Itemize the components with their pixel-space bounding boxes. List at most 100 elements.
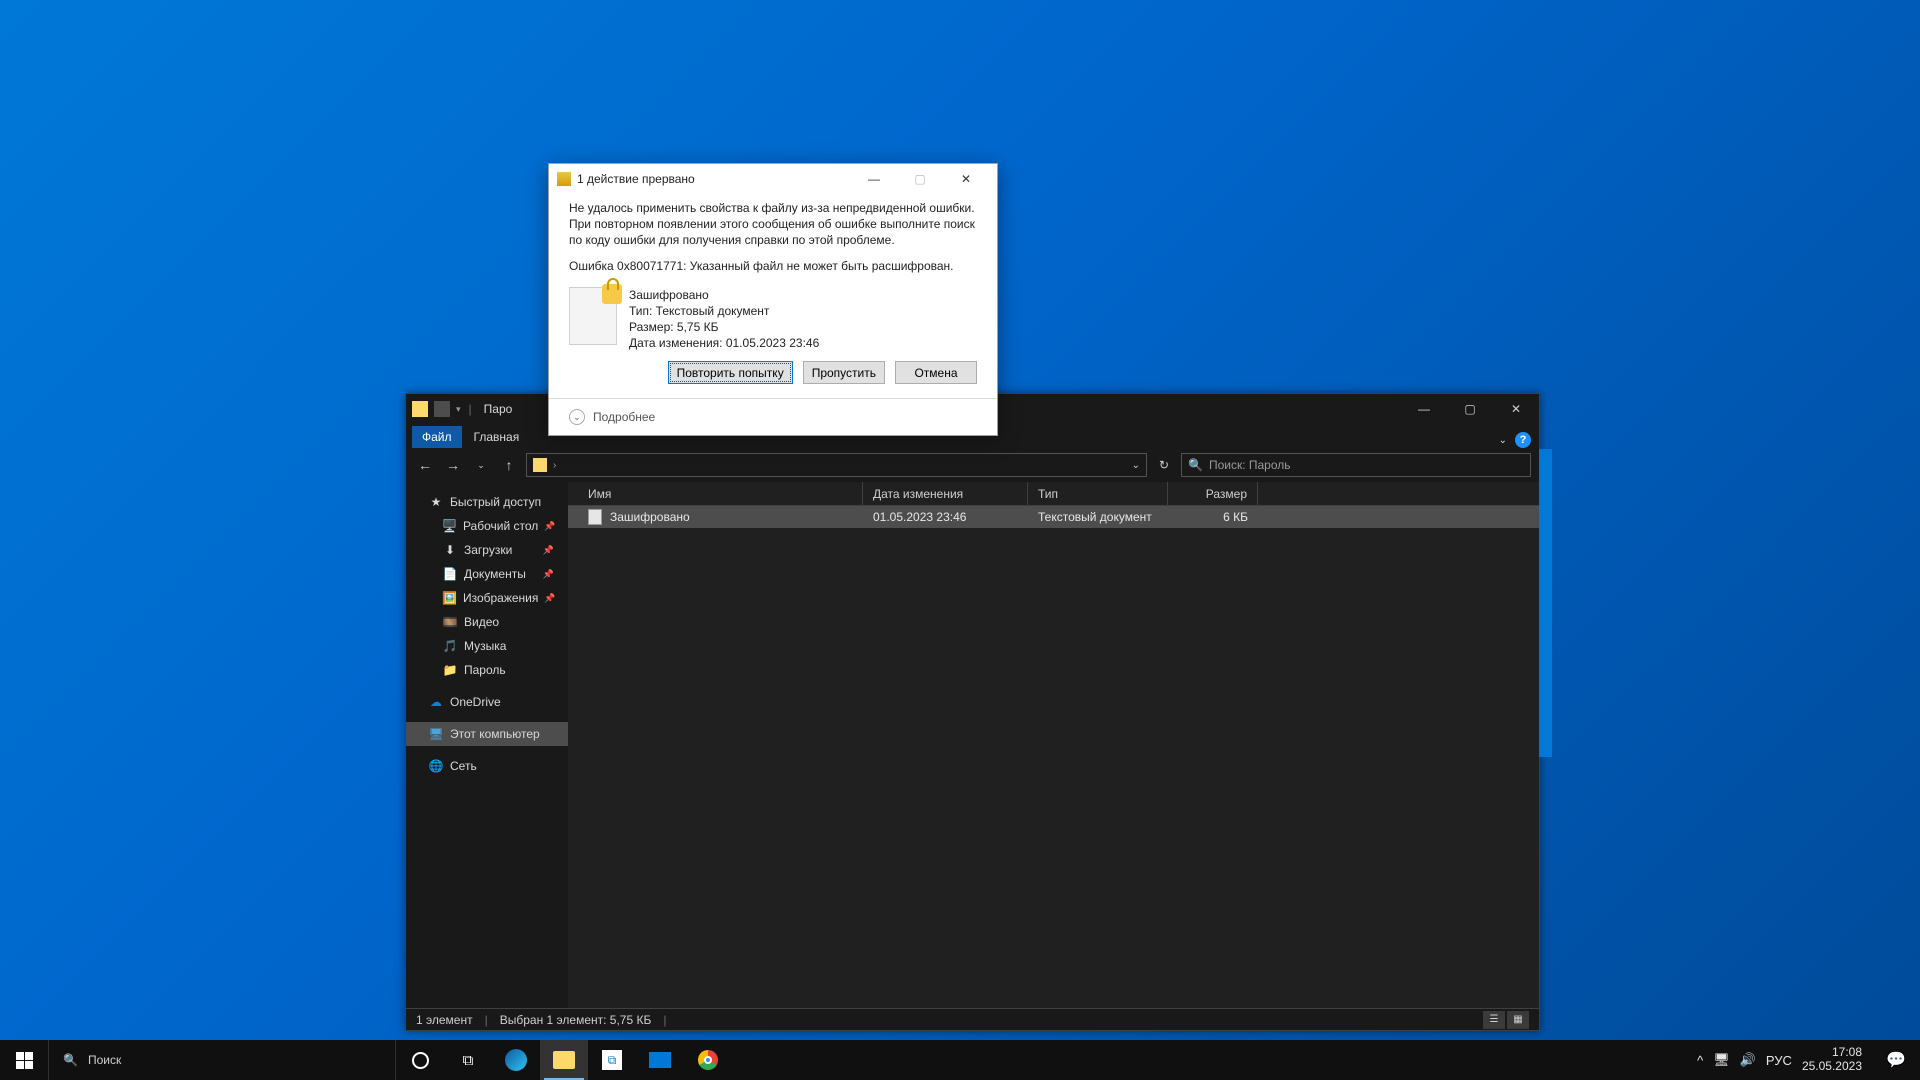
taskbar-app-explorer[interactable]: [540, 1040, 588, 1080]
column-size[interactable]: Размер: [1168, 482, 1258, 505]
explorer-window: ▾ | Паро — ▢ ✕ Файл Главная ⌄ ? ← → ⌄ ↑: [405, 393, 1540, 1031]
sidebar-item-downloads[interactable]: ⬇Загрузки📌: [406, 538, 568, 562]
pin-icon: 📌: [543, 569, 560, 580]
sidebar-this-pc[interactable]: 🖥Этот компьютер: [406, 722, 568, 746]
file-icon: [569, 287, 617, 345]
dialog-details-toggle[interactable]: ⌄ Подробнее: [549, 398, 997, 435]
sidebar-item-pictures[interactable]: 🖼️Изображения📌: [406, 586, 568, 610]
search-input[interactable]: 🔍 Поиск: Пароль: [1181, 453, 1531, 477]
tab-file[interactable]: Файл: [412, 426, 462, 448]
column-type[interactable]: Тип: [1028, 482, 1168, 505]
taskbar-search[interactable]: 🔍 Поиск: [48, 1040, 396, 1080]
sidebar-network[interactable]: 🌐Сеть: [406, 754, 568, 778]
video-icon: 🎞️: [442, 614, 458, 630]
taskview-icon: ⧉: [463, 1052, 474, 1069]
pin-icon: 📌: [544, 593, 561, 604]
column-date[interactable]: Дата изменения: [863, 482, 1028, 505]
skip-button[interactable]: Пропустить: [803, 361, 885, 384]
address-bar[interactable]: › ⌄: [526, 453, 1147, 477]
start-button[interactable]: [0, 1040, 48, 1080]
dialog-title: 1 действие прервано: [577, 172, 695, 186]
taskbar-clock[interactable]: 17:08 25.05.2023: [1802, 1046, 1862, 1074]
file-metadata: Зашифровано Тип: Текстовый документ Разм…: [629, 287, 819, 352]
star-icon: ★: [428, 494, 444, 510]
column-headers: Имя Дата изменения Тип Размер: [568, 482, 1539, 506]
monitor-icon[interactable]: 🖥: [1713, 1052, 1730, 1068]
dialog-titlebar[interactable]: 1 действие прервано — ▢ ✕: [549, 164, 997, 194]
dialog-message: Не удалось применить свойства к файлу из…: [569, 200, 977, 249]
folder-icon: [412, 401, 428, 417]
view-icons-button[interactable]: ▦: [1507, 1011, 1529, 1029]
retry-button[interactable]: Повторить попытку: [668, 361, 793, 384]
nav-forward-button[interactable]: →: [442, 457, 464, 473]
search-icon: 🔍: [1188, 458, 1203, 472]
navigation-pane: ★ Быстрый доступ 🖥️Рабочий стол📌 ⬇Загруз…: [406, 482, 568, 1008]
sidebar-item-videos[interactable]: 🎞️Видео: [406, 610, 568, 634]
ribbon-collapse-icon[interactable]: ⌄: [1499, 435, 1507, 446]
sidebar-item-password[interactable]: 📁Пароль: [406, 658, 568, 682]
taskbar-app-edge[interactable]: [492, 1040, 540, 1080]
folder-icon: 📁: [442, 662, 458, 678]
nav-up-button[interactable]: ↑: [498, 457, 520, 473]
taskbar-app-store[interactable]: ⧉: [588, 1040, 636, 1080]
store-icon: ⧉: [602, 1050, 622, 1070]
cloud-icon: ☁: [428, 694, 444, 710]
taskbar-app-chrome[interactable]: [684, 1040, 732, 1080]
view-details-button[interactable]: ☰: [1483, 1011, 1505, 1029]
tab-home[interactable]: Главная: [464, 426, 530, 448]
folder-icon: [553, 1051, 575, 1069]
dialog-maximize-button: ▢: [897, 164, 943, 194]
notification-icon: 💬: [1886, 1050, 1906, 1070]
qat-icon[interactable]: [434, 401, 450, 417]
status-bar: 1 элемент | Выбран 1 элемент: 5,75 КБ | …: [406, 1008, 1539, 1030]
cortana-button[interactable]: [396, 1040, 444, 1080]
error-dialog: 1 действие прервано — ▢ ✕ Не удалось при…: [548, 163, 998, 436]
network-icon: 🌐: [428, 758, 444, 774]
maximize-button[interactable]: ▢: [1447, 394, 1493, 424]
file-size: Размер: 5,75 КБ: [629, 319, 819, 335]
refresh-button[interactable]: ↻: [1153, 458, 1175, 472]
explorer-navbar: ← → ⌄ ↑ › ⌄ ↻ 🔍 Поиск: Пароль: [406, 448, 1539, 482]
desktop: ▾ | Паро — ▢ ✕ Файл Главная ⌄ ? ← → ⌄ ↑: [0, 0, 1920, 1080]
file-mtime: Дата изменения: 01.05.2023 23:46: [629, 335, 819, 351]
sidebar-quick-access[interactable]: ★ Быстрый доступ: [406, 490, 568, 514]
task-view-button[interactable]: ⧉: [444, 1040, 492, 1080]
download-icon: ⬇: [442, 542, 458, 558]
cancel-button[interactable]: Отмена: [895, 361, 977, 384]
dialog-app-icon: [557, 172, 571, 186]
breadcrumb-chevron-icon: ›: [553, 460, 556, 471]
pin-icon: 📌: [543, 545, 560, 556]
explorer-peek-tab: [1539, 449, 1552, 757]
windows-icon: [16, 1052, 33, 1069]
edge-icon: [505, 1049, 527, 1071]
nav-back-button[interactable]: ←: [414, 457, 436, 473]
desktop-icon: 🖥️: [442, 518, 457, 534]
dialog-error-line: Ошибка 0x80071771: Указанный файл не мож…: [569, 259, 977, 273]
close-button[interactable]: ✕: [1493, 394, 1539, 424]
help-icon[interactable]: ?: [1515, 432, 1531, 448]
sidebar-item-desktop[interactable]: 🖥️Рабочий стол📌: [406, 514, 568, 538]
minimize-button[interactable]: —: [1401, 394, 1447, 424]
file-row[interactable]: Зашифровано 01.05.2023 23:46 Текстовый д…: [568, 506, 1539, 528]
column-name[interactable]: Имя: [568, 482, 863, 505]
language-indicator[interactable]: РУС: [1766, 1053, 1792, 1068]
search-icon: 🔍: [63, 1053, 78, 1067]
chevron-down-icon: ⌄: [569, 409, 585, 425]
music-icon: 🎵: [442, 638, 458, 654]
action-center-button[interactable]: 💬: [1872, 1040, 1920, 1080]
sidebar-item-documents[interactable]: 📄Документы📌: [406, 562, 568, 586]
mail-icon: [649, 1052, 671, 1068]
nav-history-dropdown[interactable]: ⌄: [470, 460, 492, 471]
status-selected: Выбран 1 элемент: 5,75 КБ: [500, 1013, 652, 1027]
dialog-close-button[interactable]: ✕: [943, 164, 989, 194]
text-document-icon: [588, 509, 602, 525]
qat-dropdown-icon[interactable]: ▾: [456, 404, 461, 415]
pin-icon: 📌: [544, 521, 561, 532]
dialog-minimize-button[interactable]: —: [851, 164, 897, 194]
taskbar-app-mail[interactable]: [636, 1040, 684, 1080]
address-dropdown-icon[interactable]: ⌄: [1132, 460, 1140, 471]
sidebar-onedrive[interactable]: ☁OneDrive: [406, 690, 568, 714]
tray-overflow-icon[interactable]: ^: [1697, 1053, 1703, 1068]
volume-icon[interactable]: 🔊: [1740, 1052, 1756, 1068]
sidebar-item-music[interactable]: 🎵Музыка: [406, 634, 568, 658]
